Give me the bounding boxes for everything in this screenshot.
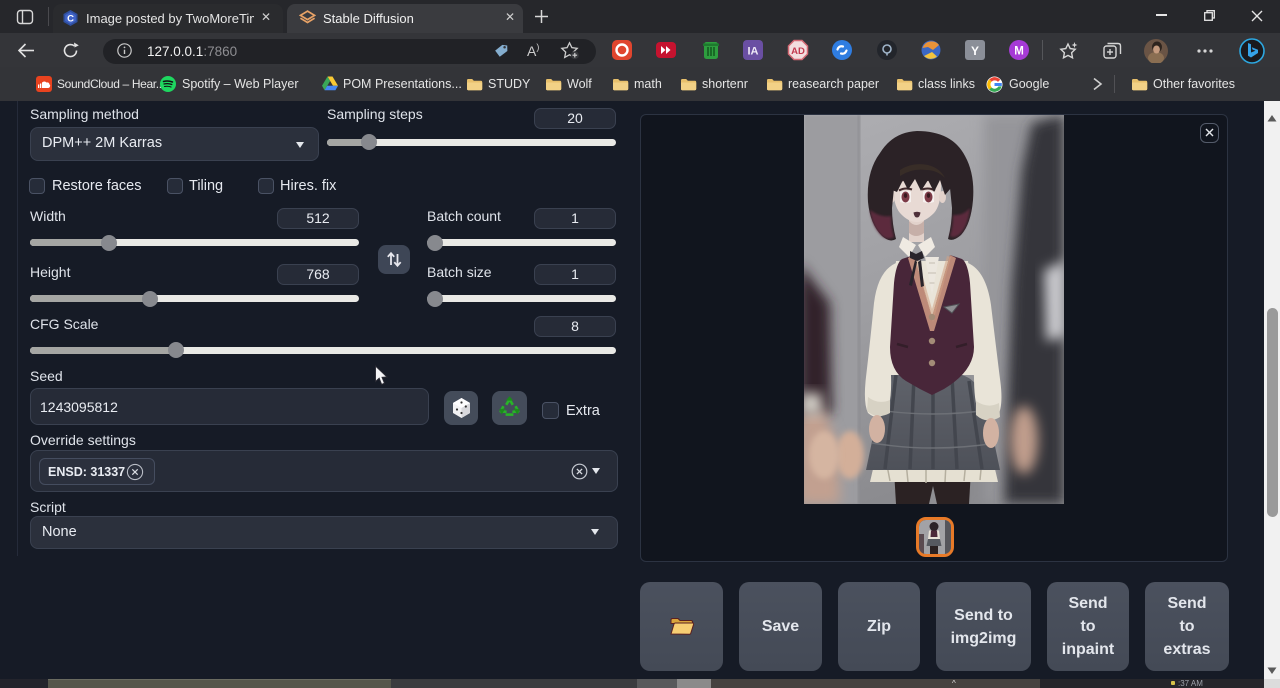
svg-text:C: C (67, 14, 74, 25)
svg-text:M: M (1014, 46, 1024, 58)
svg-text:IA: IA (748, 46, 759, 58)
svg-text:Y: Y (971, 44, 979, 58)
svg-text:AD: AD (791, 46, 805, 57)
